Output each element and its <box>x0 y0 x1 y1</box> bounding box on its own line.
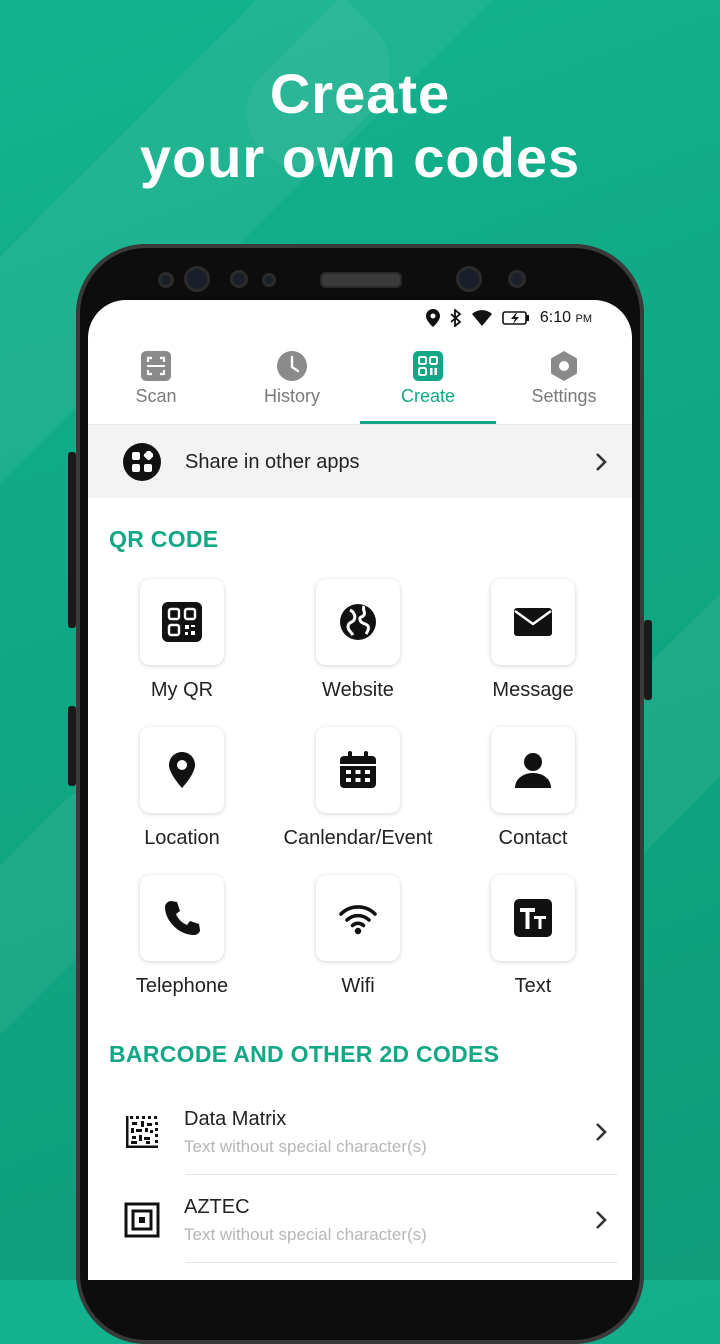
tile <box>491 579 575 665</box>
tab-label: Settings <box>531 386 597 406</box>
chevron-right-icon <box>596 1123 607 1141</box>
data-matrix-icon <box>126 1116 158 1148</box>
phone-front-camera <box>184 266 210 292</box>
barcode-row-subtitle: Text without special character(s) <box>184 1136 427 1156</box>
tile-label: Text <box>514 975 552 997</box>
tile <box>491 727 575 813</box>
tile <box>140 875 224 961</box>
tab-label: History <box>263 386 320 406</box>
wifi-icon <box>339 905 377 935</box>
tile-label: Contact <box>498 827 568 849</box>
qr-code-section-title: QR CODE <box>109 526 219 552</box>
calendar-icon <box>340 751 376 788</box>
tile <box>316 727 400 813</box>
row-divider <box>186 1174 618 1175</box>
tab-scan[interactable]: Scan <box>88 346 224 424</box>
location-pin-icon <box>169 752 195 788</box>
tab-label: Scan <box>135 386 177 406</box>
chevron-right-icon <box>596 1211 607 1229</box>
create-location[interactable]: Location <box>92 727 272 850</box>
status-ampm: PM <box>575 313 593 325</box>
status-time: 6:10 PM <box>540 309 592 327</box>
status-time-value: 6:10 <box>539 309 572 326</box>
tab-history[interactable]: History <box>224 346 360 424</box>
phone-sensor <box>230 270 248 288</box>
location-icon <box>425 309 440 327</box>
create-contact[interactable]: Contact <box>443 727 623 850</box>
scan-icon <box>141 351 171 381</box>
tile <box>491 875 575 961</box>
create-telephone[interactable]: Telephone <box>92 875 272 998</box>
tile <box>316 875 400 961</box>
tile-label: Telephone <box>135 975 229 997</box>
envelope-icon <box>514 608 552 636</box>
create-my-qr[interactable]: My QR <box>92 579 272 702</box>
create-wifi[interactable]: Wifi <box>268 875 448 998</box>
person-icon <box>515 753 551 788</box>
phone-sensor <box>262 273 276 287</box>
phone-bixby-button <box>68 706 76 786</box>
barcode-row-text: Data Matrix Text without special charact… <box>184 1108 594 1157</box>
app-screen: 6:10 PM Scan History Create Settings Sha… <box>88 300 632 1280</box>
tile-label: Website <box>322 679 394 701</box>
phone-volume-button <box>68 452 76 628</box>
create-website[interactable]: Website <box>268 579 448 702</box>
chevron-right-icon <box>596 453 607 471</box>
tile <box>316 579 400 665</box>
qr-create-icon <box>413 351 443 381</box>
my-qr-icon <box>162 602 202 642</box>
create-calendar-event[interactable]: Canlendar/Event <box>268 727 448 850</box>
create-message[interactable]: Message <box>443 579 623 702</box>
clock-icon <box>277 351 307 381</box>
create-text[interactable]: Text <box>443 875 623 998</box>
barcode-row-aztec[interactable]: AZTEC Text without special character(s) <box>88 1178 632 1262</box>
tile <box>140 579 224 665</box>
share-label: Share in other apps <box>185 450 360 473</box>
phone-icon <box>165 901 200 935</box>
phone-power-button <box>644 620 652 700</box>
status-bar: 6:10 PM <box>425 306 592 330</box>
text-icon <box>514 899 552 937</box>
barcode-row-text: AZTEC Text without special character(s) <box>184 1196 594 1245</box>
tile-label: Canlendar/Event <box>283 827 433 849</box>
apps-icon <box>123 443 161 481</box>
phone-sensor <box>158 272 174 288</box>
phone-iris-camera <box>456 266 482 292</box>
phone-speaker <box>320 272 402 288</box>
tab-bar: Scan History Create Settings <box>88 346 632 424</box>
barcode-section-title: BARCODE AND OTHER 2D CODES <box>109 1041 500 1067</box>
bluetooth-icon <box>450 309 462 327</box>
battery-icon <box>502 311 529 325</box>
barcode-row-subtitle: Text without special character(s) <box>184 1224 427 1244</box>
headline-line-1: Create <box>269 62 451 125</box>
tile-label: Message <box>492 679 574 701</box>
row-divider <box>186 1262 618 1263</box>
tab-label: Create <box>400 386 456 406</box>
share-in-other-apps-row[interactable]: Share in other apps <box>88 426 632 498</box>
barcode-row-title: AZTEC <box>184 1195 250 1218</box>
headline-line-2: your own codes <box>139 126 581 189</box>
tile-label: Location <box>144 827 220 849</box>
globe-icon <box>340 604 376 640</box>
gear-icon <box>551 351 577 381</box>
tile-label: Wifi <box>341 975 375 997</box>
promo-headline: Create your own codes <box>0 62 720 190</box>
tab-settings[interactable]: Settings <box>496 346 632 424</box>
phone-sensor <box>508 270 526 288</box>
tab-create[interactable]: Create <box>360 346 496 424</box>
wifi-status-icon <box>471 310 492 326</box>
tile <box>140 727 224 813</box>
tile-label: My QR <box>150 679 214 701</box>
aztec-icon <box>124 1202 160 1238</box>
barcode-row-data-matrix[interactable]: Data Matrix Text without special charact… <box>88 1090 632 1174</box>
barcode-row-title: Data Matrix <box>184 1107 287 1130</box>
